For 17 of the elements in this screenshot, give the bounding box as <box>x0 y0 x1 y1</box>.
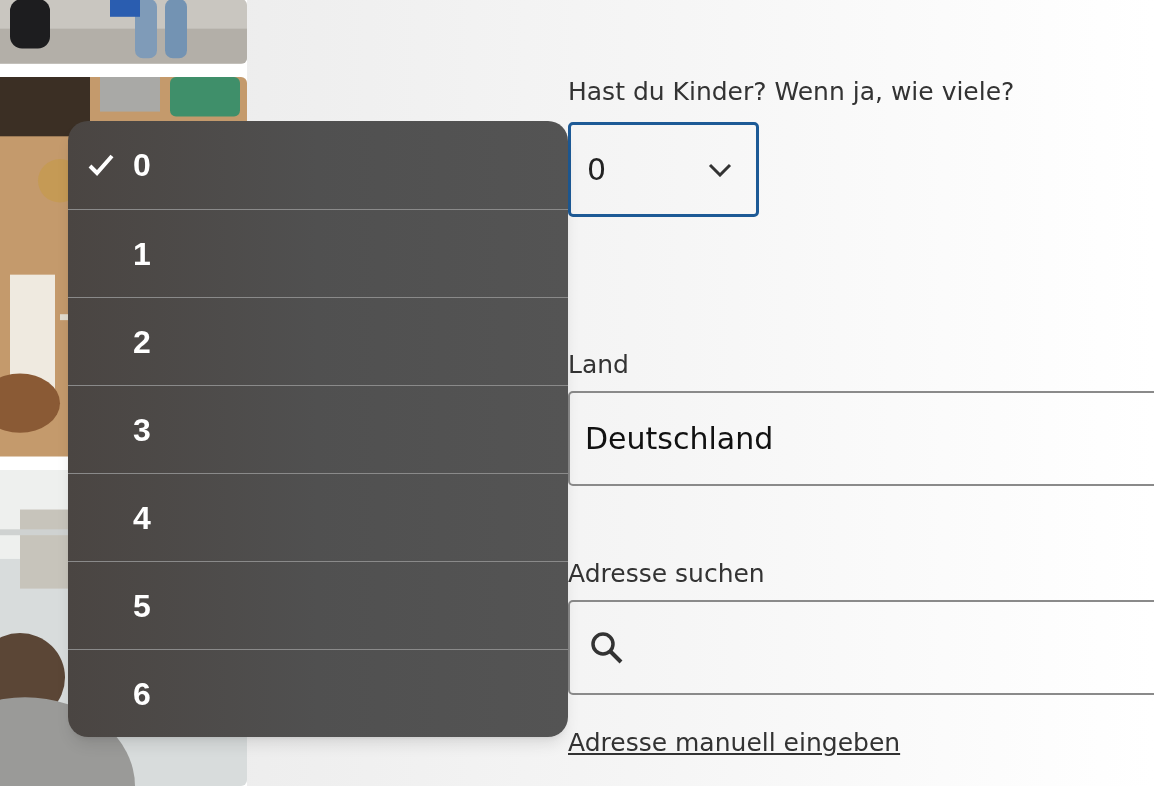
dropdown-option[interactable]: 0 <box>68 121 568 209</box>
field-label: Land <box>568 349 630 381</box>
chevron-down-icon <box>708 162 732 177</box>
manual-address-link[interactable]: Adresse manuell eingeben <box>568 727 901 759</box>
field-label: Hast du Kinder? Wenn ja, wie viele? <box>568 76 1016 108</box>
dropdown-option[interactable]: 1 <box>68 209 568 297</box>
dropdown-option[interactable]: 2 <box>68 297 568 385</box>
check-icon <box>87 154 114 176</box>
text-field[interactable]: Deutschland <box>568 391 1154 486</box>
dropdown-option[interactable]: 3 <box>68 385 568 473</box>
dropdown-option[interactable]: 4 <box>68 473 568 561</box>
dropdown-option[interactable]: 6 <box>68 649 568 737</box>
search-field[interactable] <box>568 600 1154 695</box>
select-field[interactable]: 0 <box>568 122 759 217</box>
field-label: Adresse suchen <box>568 558 766 590</box>
search-icon <box>590 630 624 665</box>
dropdown-option[interactable]: 5 <box>68 561 568 649</box>
